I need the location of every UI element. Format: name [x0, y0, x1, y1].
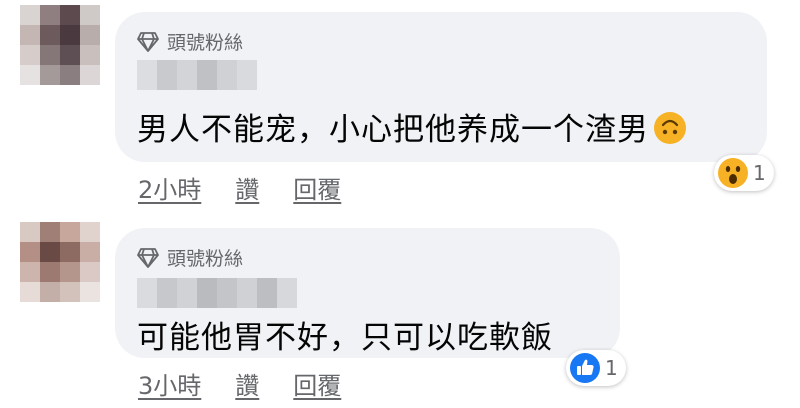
- commenter-name[interactable]: [137, 278, 297, 308]
- comment-bubble: 頭號粉絲 男人不能宠，小心把他养成一个渣男: [115, 12, 767, 162]
- like-button[interactable]: 讚: [235, 170, 259, 205]
- reply-button[interactable]: 回覆: [293, 366, 341, 401]
- timestamp-link[interactable]: 2小時: [138, 170, 201, 205]
- comment-text: 可能他胃不好，只可以吃軟飯: [137, 320, 553, 356]
- comment-bubble: 頭號粉絲 可能他胃不好，只可以吃軟飯: [115, 228, 620, 358]
- like-button[interactable]: 讚: [235, 366, 259, 401]
- top-fan-badge[interactable]: 頭號粉絲: [137, 28, 243, 55]
- upside-down-face-icon: [653, 111, 687, 153]
- reply-button[interactable]: 回覆: [293, 170, 341, 205]
- wow-emoji-icon: [718, 158, 748, 188]
- badge-label: 頭號粉絲: [167, 32, 244, 54]
- commenter-name[interactable]: [137, 60, 257, 90]
- like-thumb-icon: [570, 353, 600, 383]
- avatar[interactable]: [20, 5, 100, 85]
- reaction-count[interactable]: 1: [566, 350, 626, 386]
- comment-text: 男人不能宠，小心把他养成一个渣男: [137, 104, 687, 153]
- avatar[interactable]: [20, 222, 100, 302]
- badge-label: 頭號粉絲: [167, 248, 244, 270]
- diamond-icon: [137, 247, 159, 268]
- comment-actions: 3小時 讚 回覆: [138, 366, 341, 401]
- comment-actions: 2小時 讚 回覆: [138, 170, 341, 205]
- reaction-count[interactable]: 1: [714, 155, 774, 191]
- timestamp-link[interactable]: 3小時: [138, 366, 201, 401]
- top-fan-badge[interactable]: 頭號粉絲: [137, 244, 243, 271]
- diamond-icon: [137, 31, 159, 52]
